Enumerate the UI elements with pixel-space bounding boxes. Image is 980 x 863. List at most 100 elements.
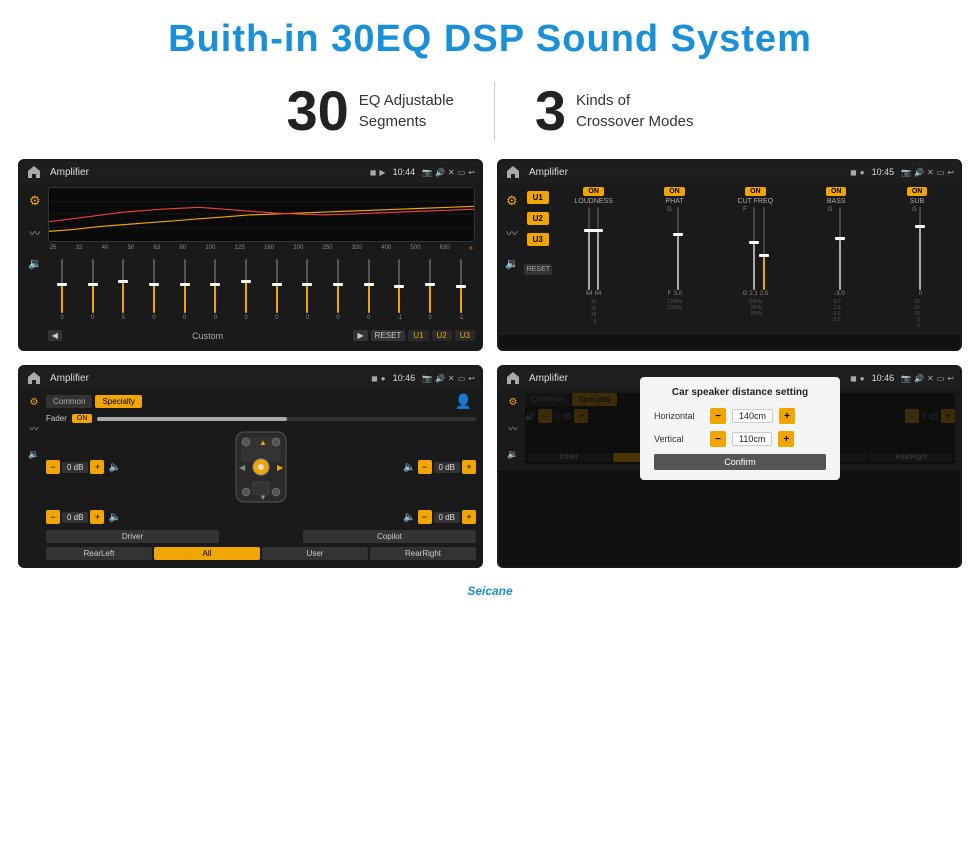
horizontal-plus-btn[interactable]: + xyxy=(779,408,795,424)
vertical-minus-btn[interactable]: − xyxy=(710,431,726,447)
eq-sidebar-icon-3[interactable]: 🔉 xyxy=(28,257,42,270)
eq-slider-2[interactable]: 5 xyxy=(109,259,138,321)
eq-slider-9[interactable]: 0 xyxy=(324,259,353,321)
xo-sidebar-icon-1[interactable]: ⚙ xyxy=(506,193,518,209)
sp-plus-br[interactable]: + xyxy=(462,510,476,524)
sp-sidebar-icon-3[interactable]: 🔉 xyxy=(28,449,39,460)
sp-minus-tl[interactable]: − xyxy=(46,460,60,474)
horizontal-value: 140cm xyxy=(732,409,773,423)
save-icon-1: ◼ xyxy=(370,168,377,177)
speaker-icon-br: 🔈 xyxy=(403,512,415,523)
crossover-body: ⚙ 〰 🔉 U1 U2 U3 RESET ON LOUDNESS xyxy=(499,183,960,335)
eq-next-btn[interactable]: ▶ xyxy=(353,330,367,341)
home-icon[interactable] xyxy=(26,164,42,180)
xo-on-bass[interactable]: ON xyxy=(826,187,847,196)
sp-sidebar-icon-2[interactable]: 〰 xyxy=(29,422,38,435)
xo-u3-btn[interactable]: U3 xyxy=(527,233,549,246)
dialog-horizontal-row: Horizontal − 140cm + xyxy=(654,408,826,424)
sp-plus-tl[interactable]: + xyxy=(90,460,104,474)
sp-driver-btn[interactable]: Driver xyxy=(46,530,219,543)
eq-slider-6[interactable]: 0 xyxy=(232,259,261,321)
eq-slider-8[interactable]: 0 xyxy=(293,259,322,321)
sp-minus-bl[interactable]: − xyxy=(46,510,60,524)
sp-tab-common[interactable]: Common xyxy=(46,395,92,408)
eq-sliders[interactable]: 0 0 5 0 0 xyxy=(48,255,475,325)
xo-u1-btn[interactable]: U1 xyxy=(527,191,549,204)
xo-on-cutfreq[interactable]: ON xyxy=(745,187,766,196)
eq-slider-4[interactable]: 0 xyxy=(170,259,199,321)
eq-slider-5[interactable]: 0 xyxy=(201,259,230,321)
xo-on-loudness[interactable]: ON xyxy=(583,187,604,196)
speaker-icon-bl: 🔈 xyxy=(108,512,120,523)
eq-u3-btn[interactable]: U3 xyxy=(455,330,475,341)
xo-on-sub[interactable]: ON xyxy=(907,187,928,196)
eq-slider-13[interactable]: -1 xyxy=(446,259,475,321)
eq-slider-0[interactable]: 0 xyxy=(48,259,77,321)
xo-sidebar-icon-2[interactable]: 〰 xyxy=(506,225,517,241)
sp-val-tr: 0 dB xyxy=(434,462,460,473)
screen-crossover: Amplifier ◼ ● 10:45 📷 🔊 ✕ ▭ ↩ ⚙ 〰 🔉 U1 xyxy=(497,159,962,351)
confirm-button[interactable]: Confirm xyxy=(654,454,826,470)
eq-u1-btn[interactable]: U1 xyxy=(408,330,428,341)
dist-sidebar-icon-3[interactable]: 🔉 xyxy=(507,449,518,460)
window-icon-1: ▭ xyxy=(458,168,466,177)
screen-distance: Amplifier ◼ ● 10:46 📷 🔊 ✕ ▭ ↩ ⚙ 〰 🔉 xyxy=(497,365,962,568)
xo-col-sub: ON SUB G 0 201 xyxy=(878,187,956,329)
eq-slider-10[interactable]: 0 xyxy=(354,259,383,321)
sp-copilot-btn[interactable]: Copilot xyxy=(303,530,476,543)
crossover-stat: 3 Kinds of Crossover Modes xyxy=(495,83,734,139)
eq-u2-btn[interactable]: U2 xyxy=(432,330,452,341)
home-icon-2[interactable] xyxy=(505,164,521,180)
sp-main: Common Specialty 👤 Fader ON xyxy=(46,393,476,560)
play-icon-1: ▶ xyxy=(379,168,385,177)
home-icon-3[interactable] xyxy=(26,370,42,386)
eq-slider-3[interactable]: 0 xyxy=(140,259,169,321)
vertical-plus-btn[interactable]: + xyxy=(778,431,794,447)
sp-bottom-row2: RearLeft All User RearRight xyxy=(46,547,476,560)
topbar-time-3: 10:46 xyxy=(393,373,416,383)
xo-label-bass: BASS xyxy=(827,198,846,205)
svg-text:▼: ▼ xyxy=(259,493,267,502)
eq-reset-btn[interactable]: RESET xyxy=(371,330,406,341)
sp-fader-track[interactable] xyxy=(97,417,476,421)
xo-sidebar-icon-3[interactable]: 🔉 xyxy=(505,257,519,270)
home-icon-4[interactable] xyxy=(505,370,521,386)
back-icon-3: ↩ xyxy=(468,374,475,383)
horizontal-minus-btn[interactable]: − xyxy=(710,408,726,424)
sp-minus-br[interactable]: − xyxy=(418,510,432,524)
sp-plus-bl[interactable]: + xyxy=(90,510,104,524)
distance-dialog: Car speaker distance setting Horizontal … xyxy=(640,377,840,480)
eq-prev-btn[interactable]: ◀ xyxy=(48,330,62,341)
sp-plus-tr[interactable]: + xyxy=(462,460,476,474)
distance-body: ⚙ 〰 🔉 Common Specialty 🔊 − 0 dB + xyxy=(499,389,960,470)
sp-rearleft-btn[interactable]: RearLeft xyxy=(46,547,152,560)
speaker-icon-tr: 🔈 xyxy=(403,462,415,473)
eq-sidebar-icon-2[interactable]: 〰 xyxy=(29,225,40,241)
sp-val-tl: 0 dB xyxy=(62,462,88,473)
page-footer: Seicane xyxy=(0,578,980,604)
eq-sidebar: ⚙ 〰 🔉 xyxy=(26,187,44,343)
eq-slider-11[interactable]: -1 xyxy=(385,259,414,321)
sp-user-btn[interactable]: User xyxy=(262,547,368,560)
user-profile-icon[interactable]: 👤 xyxy=(455,393,472,410)
sp-sidebar-icon-1[interactable]: ⚙ xyxy=(30,397,39,408)
topbar-3: Amplifier ◼ ● 10:46 📷 🔊 ✕ ▭ ↩ xyxy=(20,367,481,389)
eq-slider-7[interactable]: 0 xyxy=(262,259,291,321)
eq-slider-1[interactable]: 0 xyxy=(78,259,107,321)
dist-sidebar-icon-2[interactable]: 〰 xyxy=(508,422,517,435)
sp-tab-specialty[interactable]: Specialty xyxy=(95,395,141,408)
eq-slider-12[interactable]: 0 xyxy=(416,259,445,321)
topbar-title-1: Amplifier xyxy=(50,167,366,178)
xo-on-phat[interactable]: ON xyxy=(664,187,685,196)
sp-fader-on-btn[interactable]: ON xyxy=(72,414,93,423)
sp-minus-tr[interactable]: − xyxy=(418,460,432,474)
eq-sidebar-icon-1[interactable]: ⚙ xyxy=(29,193,41,209)
dist-sidebar-icon-1[interactable]: ⚙ xyxy=(509,397,518,408)
xo-label-cutfreq: CUT FREQ xyxy=(738,198,774,205)
xo-reset-btn[interactable]: RESET xyxy=(524,264,552,275)
xo-u2-btn[interactable]: U2 xyxy=(527,212,549,225)
sp-all-btn[interactable]: All xyxy=(154,547,260,560)
sp-rearright-btn[interactable]: RearRight xyxy=(370,547,476,560)
topbar-title-3: Amplifier xyxy=(50,373,367,384)
speaker-icon-tl: 🔈 xyxy=(108,462,120,473)
